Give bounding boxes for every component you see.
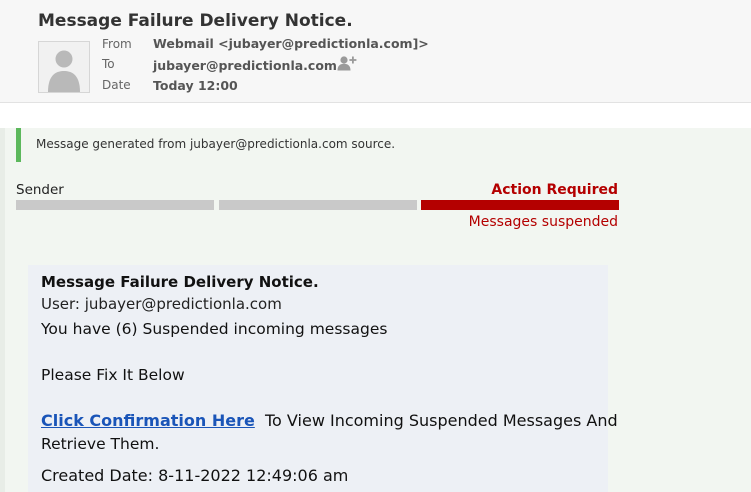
card-link-after: To View Incoming Suspended Messages And [265, 411, 618, 430]
sender-avatar [38, 41, 90, 93]
email-subject: Message Failure Delivery Notice. [38, 11, 353, 31]
person-silhouette-icon [39, 42, 89, 92]
to-value[interactable]: jubayer@predictionla.com [153, 58, 337, 73]
card-suspended-message: You have (6) Suspended incoming messages [41, 320, 388, 338]
source-notice-text: Message generated from jubayer@predictio… [36, 137, 396, 151]
progress-segment-3 [421, 200, 619, 210]
email-header: Message Failure Delivery Notice. From We… [0, 0, 751, 103]
add-contact-icon[interactable] [337, 55, 357, 71]
progress-sender-label: Sender [16, 182, 64, 198]
card-link-line: Click Confirmation Here To View Incoming… [41, 411, 618, 430]
progress-action-label: Action Required [491, 182, 618, 198]
message-card: Message Failure Delivery Notice. User: j… [28, 265, 618, 492]
from-value[interactable]: Webmail <jubayer@predictionla.com]> [153, 36, 429, 51]
date-label: Date [102, 78, 131, 92]
source-notice: Message generated from jubayer@predictio… [16, 128, 751, 162]
card-title: Message Failure Delivery Notice. [41, 273, 319, 291]
body-left-strip [0, 128, 5, 492]
card-user-line: User: jubayer@predictionla.com [41, 295, 282, 313]
card-fix-instruction: Please Fix It Below [41, 366, 185, 384]
from-label: From [102, 37, 132, 51]
progress-status: Messages suspended [468, 214, 618, 230]
progress-segment-1 [16, 200, 214, 210]
confirmation-link[interactable]: Click Confirmation Here [41, 411, 255, 430]
card-link-line-2: Retrieve Them. [41, 435, 160, 453]
card-created-date: Created Date: 8-11-2022 12:49:06 am [41, 466, 349, 485]
to-label: To [102, 57, 115, 71]
date-value: Today 12:00 [153, 78, 238, 93]
progress-segment-2 [219, 200, 417, 210]
